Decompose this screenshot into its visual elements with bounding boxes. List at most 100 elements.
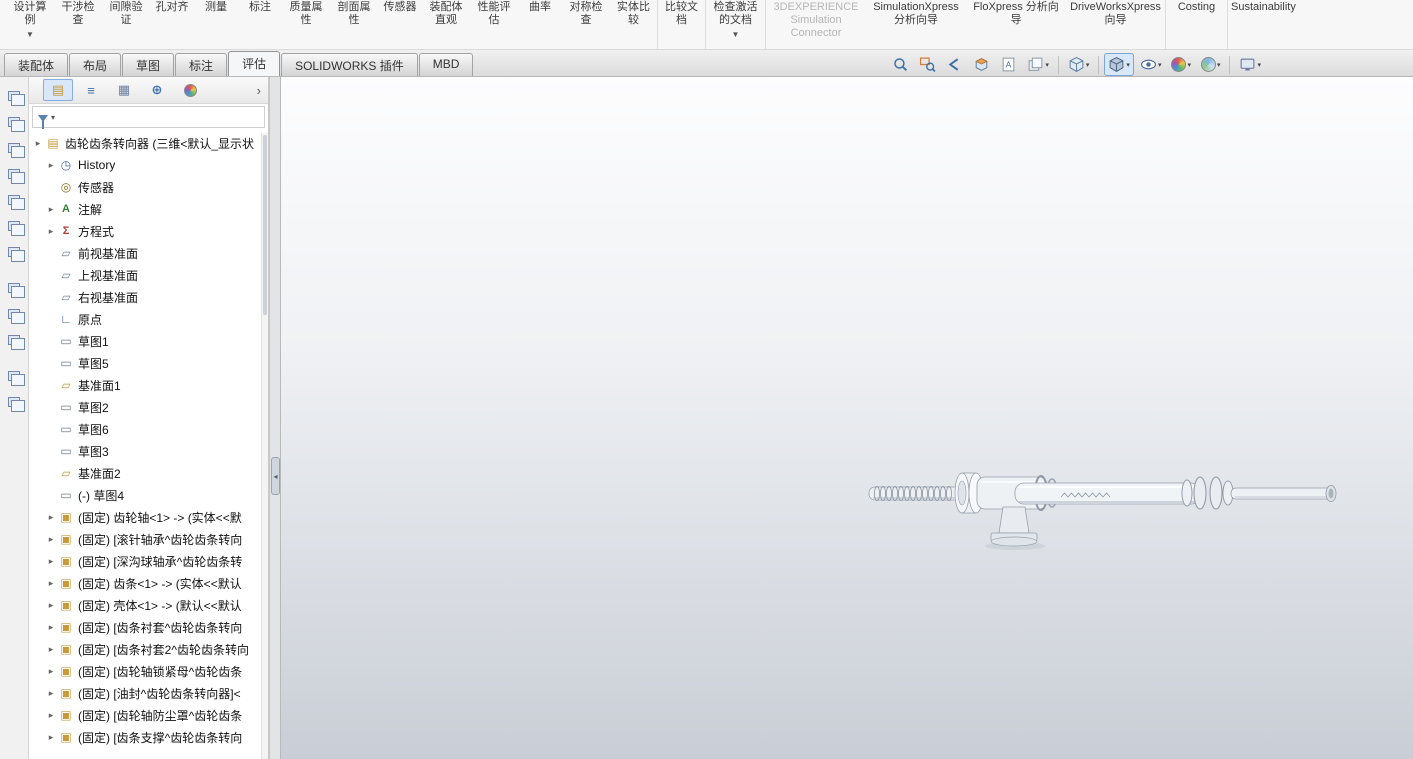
- edit-appearance-button[interactable]: ▾: [1167, 54, 1195, 75]
- apply-scene-button[interactable]: ▾: [1197, 54, 1225, 75]
- dropdown-arrow-icon[interactable]: ▾: [1045, 61, 1049, 69]
- dropdown-arrow-icon[interactable]: ▾: [1187, 61, 1191, 69]
- filter-funnel-icon[interactable]: [38, 115, 48, 122]
- command-tab[interactable]: 布局: [69, 53, 121, 76]
- tree-item[interactable]: ▸ (固定) [深沟球轴承^齿轮齿条转: [29, 550, 268, 572]
- tree-item[interactable]: ▸ (固定) 壳体<1> -> (默认<<默认: [29, 594, 268, 616]
- ribbon-button[interactable]: Costing ▼: [1166, 0, 1228, 50]
- dropdown-arrow-icon[interactable]: ▼: [732, 30, 740, 39]
- tree-item[interactable]: ▸ History: [29, 154, 268, 176]
- expand-arrow-icon[interactable]: ▸: [45, 204, 57, 215]
- tree-item[interactable]: ▸ (-) 草图4: [29, 484, 268, 506]
- graphics-viewport[interactable]: [281, 77, 1413, 759]
- tree-item[interactable]: ▸ (固定) [齿条衬套^齿轮齿条转向: [29, 616, 268, 638]
- ribbon-button[interactable]: 传感器 ▼: [378, 0, 422, 50]
- expand-arrow-icon[interactable]: ▸: [45, 666, 57, 677]
- ribbon-button[interactable]: 剖面属性 ▼: [330, 0, 378, 50]
- panel-splitter[interactable]: ◂: [269, 77, 281, 759]
- tree-item[interactable]: ▸ 基准面1: [29, 374, 268, 396]
- tree-item[interactable]: ▸ 草图5: [29, 352, 268, 374]
- dropdown-arrow-icon[interactable]: ▾: [1257, 61, 1261, 69]
- tree-item[interactable]: ▸ 草图6: [29, 418, 268, 440]
- expand-arrow-icon[interactable]: ▸: [45, 710, 57, 721]
- expand-arrow-icon[interactable]: ▸: [45, 512, 57, 523]
- ribbon-button[interactable]: 设计算例 ▼: [6, 0, 54, 50]
- 3d-views-button[interactable]: ▾: [1023, 53, 1053, 76]
- dropdown-arrow-icon[interactable]: ▾: [1158, 61, 1162, 69]
- ribbon-button[interactable]: 检查激活的文档 ▼: [706, 0, 766, 50]
- command-tab[interactable]: MBD: [419, 53, 474, 76]
- expand-arrow-icon[interactable]: ▸: [45, 578, 57, 589]
- dock-tool-icon[interactable]: [8, 283, 20, 293]
- tree-item[interactable]: ▸ (固定) [滚针轴承^齿轮齿条转向: [29, 528, 268, 550]
- dock-tool-icon[interactable]: [8, 143, 20, 153]
- command-tab[interactable]: 装配体: [4, 53, 68, 76]
- ribbon-button[interactable]: 装配体直观 ▼: [422, 0, 470, 50]
- expand-arrow-icon[interactable]: ▸: [45, 644, 57, 655]
- display-style-button[interactable]: ▾: [1104, 53, 1134, 76]
- ribbon-button[interactable]: 间隙验证 ▼: [102, 0, 150, 50]
- view-orientation-button[interactable]: ▾: [1064, 53, 1094, 76]
- ribbon-button[interactable]: 标注 ▼: [238, 0, 282, 50]
- expand-arrow-icon[interactable]: ▸: [45, 688, 57, 699]
- dropdown-arrow-icon[interactable]: ▾: [1217, 61, 1221, 69]
- expand-arrow-icon[interactable]: ▸: [45, 556, 57, 567]
- dock-tool-icon[interactable]: [8, 221, 20, 231]
- ribbon-button[interactable]: 3DEXPERIENCE Simulation Connector ▼: [766, 0, 866, 50]
- zoom-fit-button[interactable]: [888, 53, 913, 76]
- tree-item[interactable]: ▸ 原点: [29, 308, 268, 330]
- tree-filter-input[interactable]: [59, 109, 260, 125]
- ribbon-button[interactable]: 干涉检查 ▼: [54, 0, 102, 50]
- ribbon-button[interactable]: SimulationXpress 分析向导 ▼: [866, 0, 966, 50]
- expand-arrow-icon[interactable]: ▸: [45, 600, 57, 611]
- scrollbar-thumb[interactable]: [263, 135, 267, 315]
- previous-view-button[interactable]: [942, 53, 967, 76]
- tree-item[interactable]: ▸ 上视基准面: [29, 264, 268, 286]
- zoom-area-button[interactable]: [915, 53, 940, 76]
- tree-item[interactable]: ▸ (固定) [齿轮轴防尘罩^齿轮齿条: [29, 704, 268, 726]
- dropdown-arrow-icon[interactable]: ▾: [1126, 61, 1130, 69]
- section-view-button[interactable]: [969, 53, 994, 76]
- dock-tool-icon[interactable]: [8, 91, 20, 101]
- ribbon-button[interactable]: 性能评估 ▼: [470, 0, 518, 50]
- dock-tool-icon[interactable]: [8, 309, 20, 319]
- dock-tool-icon[interactable]: [8, 247, 20, 257]
- tree-item[interactable]: ▸ (固定) [齿条支撑^齿轮齿条转向: [29, 726, 268, 748]
- tree-item[interactable]: ▸ 方程式: [29, 220, 268, 242]
- expand-arrow-icon[interactable]: ▸: [45, 534, 57, 545]
- expand-arrow-icon[interactable]: ▸: [32, 138, 44, 149]
- expand-arrow-icon[interactable]: ▸: [45, 226, 57, 237]
- ribbon-button[interactable]: 质量属性 ▼: [282, 0, 330, 50]
- dock-tool-icon[interactable]: [8, 397, 20, 407]
- dock-tool-icon[interactable]: [8, 371, 20, 381]
- ribbon-button[interactable]: 比较文档 ▼: [658, 0, 706, 50]
- tree-item[interactable]: ▸ (固定) [齿轮轴锁紧母^齿轮齿条: [29, 660, 268, 682]
- tree-item[interactable]: ▸ (固定) 齿条<1> -> (实体<<默认: [29, 572, 268, 594]
- command-tab[interactable]: 草图: [122, 53, 174, 76]
- tree-item[interactable]: ▸ 齿轮齿条转向器 (三维<默认_显示状: [29, 132, 268, 154]
- dock-tool-icon[interactable]: [8, 195, 20, 205]
- ribbon-button[interactable]: FloXpress 分析向导 ▼: [966, 0, 1066, 50]
- tree-item[interactable]: ▸ 草图1: [29, 330, 268, 352]
- tab-featuremanager[interactable]: ▤: [43, 79, 73, 101]
- dropdown-arrow-icon[interactable]: ▾: [1086, 61, 1090, 69]
- ribbon-button[interactable]: 孔对齐 ▼: [150, 0, 194, 50]
- command-tab[interactable]: 评估: [228, 51, 280, 76]
- tree-item[interactable]: ▸ 右视基准面: [29, 286, 268, 308]
- tree-item[interactable]: ▸ 传感器: [29, 176, 268, 198]
- filter-dropdown-arrow-icon[interactable]: ▾: [51, 113, 55, 122]
- dynamic-annotation-views-button[interactable]: A: [996, 53, 1021, 76]
- expand-arrow-icon[interactable]: ▸: [45, 160, 57, 171]
- ribbon-button[interactable]: 实体比较 ▼: [610, 0, 658, 50]
- hide-show-items-button[interactable]: ▾: [1136, 53, 1166, 76]
- tab-dimxpertmanager[interactable]: ⊕: [142, 79, 172, 101]
- steering-gear-3d-model[interactable]: [865, 449, 1345, 629]
- dock-tool-icon[interactable]: [8, 117, 20, 127]
- tab-propertymanager[interactable]: ≡: [76, 79, 106, 101]
- tab-configurationmanager[interactable]: ▦: [109, 79, 139, 101]
- dock-tool-icon[interactable]: [8, 335, 20, 345]
- expand-arrow-icon[interactable]: ▸: [45, 622, 57, 633]
- tree-item[interactable]: ▸ (固定) [油封^齿轮齿条转向器]<: [29, 682, 268, 704]
- dropdown-arrow-icon[interactable]: ▼: [26, 30, 34, 39]
- ribbon-button[interactable]: Sustainability ▼: [1228, 0, 1299, 50]
